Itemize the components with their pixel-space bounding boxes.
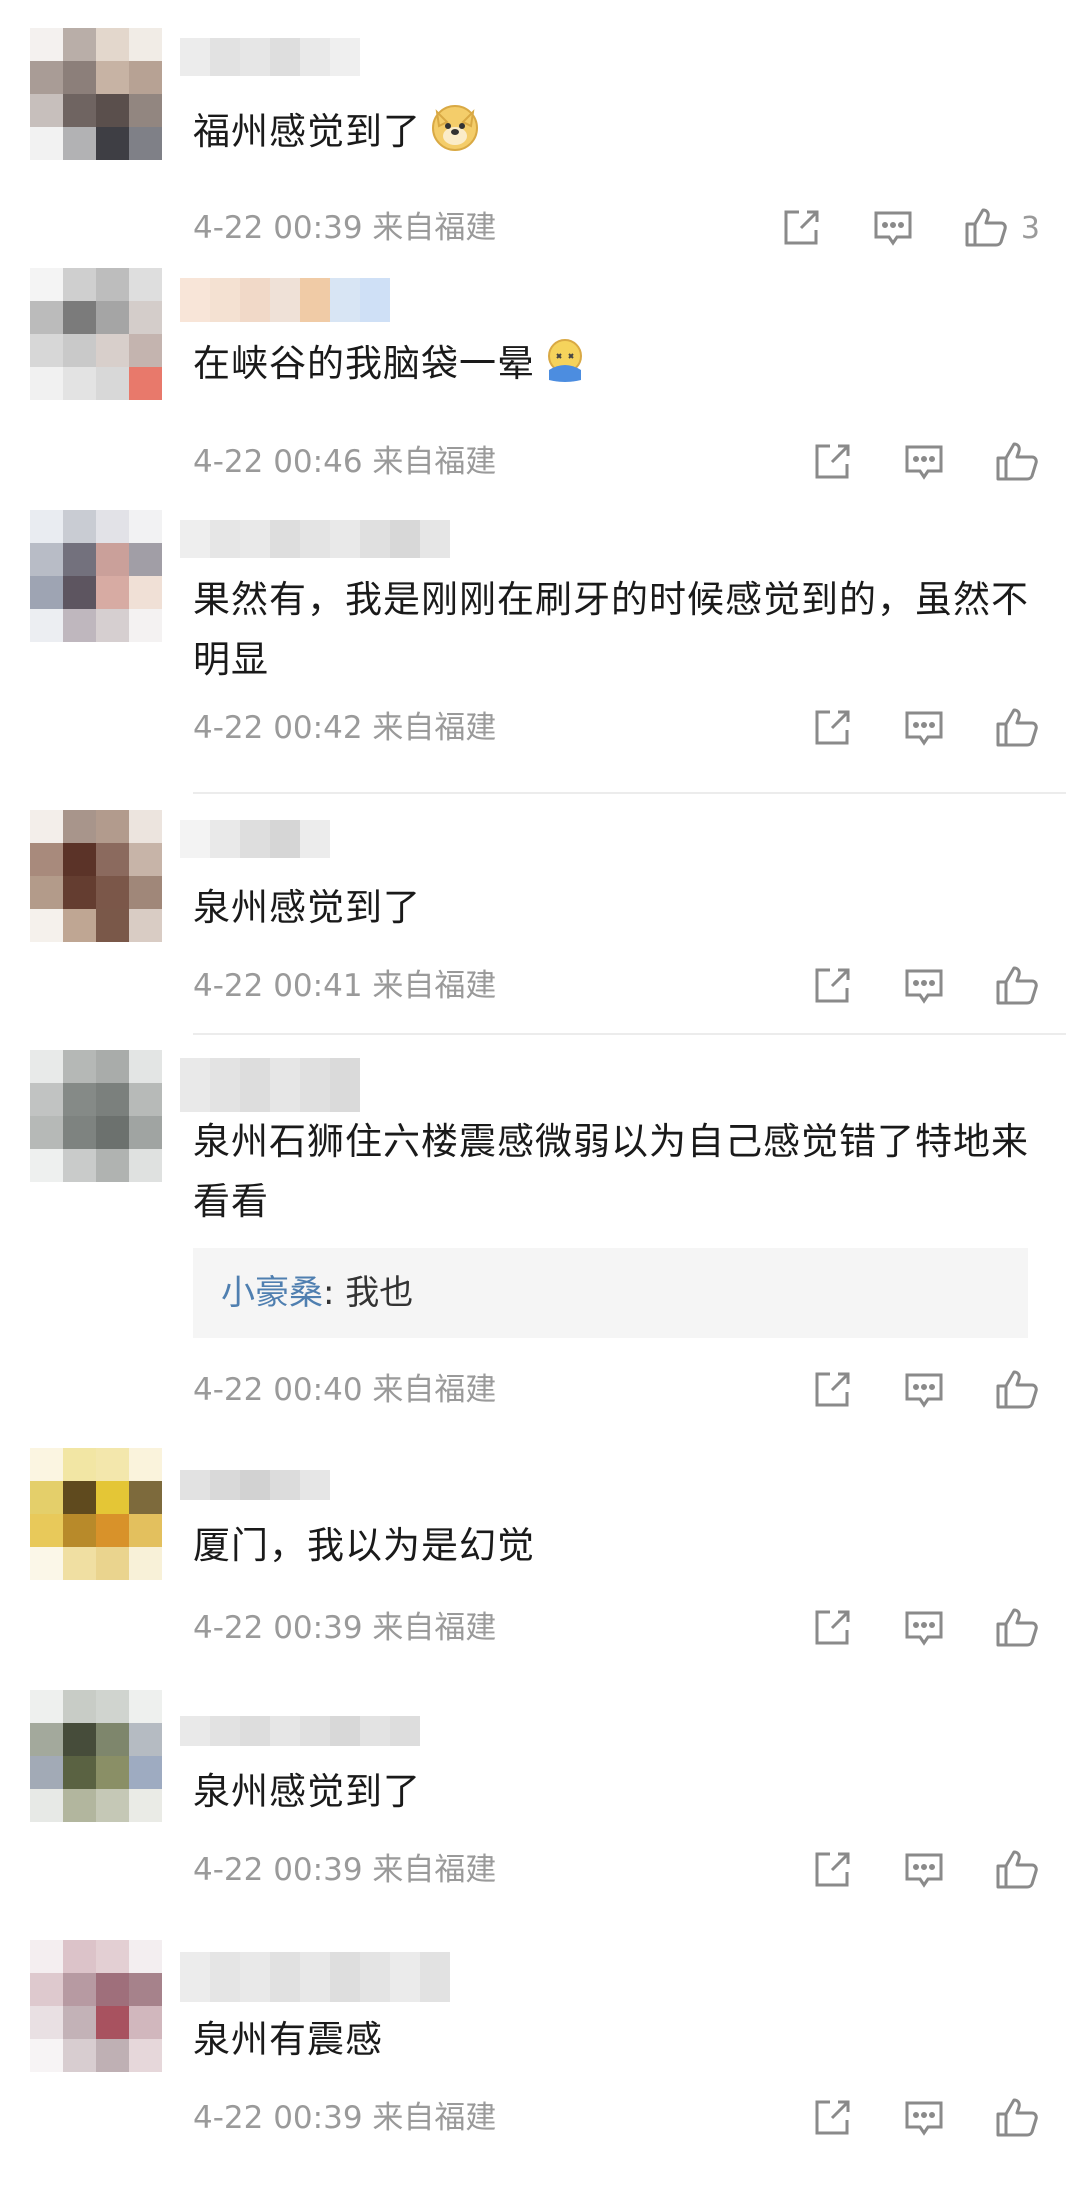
comment-text: 泉州有震感 bbox=[193, 2018, 383, 2061]
thumbs-up-icon bbox=[996, 1608, 1038, 1647]
username-blurred[interactable] bbox=[180, 1470, 330, 1500]
reply-text: : 我也 bbox=[323, 1273, 414, 1313]
share-button[interactable] bbox=[810, 1368, 854, 1412]
comment-meta: 4-22 00:39 来自福建 bbox=[193, 1852, 497, 1888]
divider bbox=[193, 792, 1066, 794]
comment-text: 厦门，我以为是幻觉 bbox=[193, 1524, 535, 1567]
avatar[interactable] bbox=[30, 268, 162, 400]
username-blurred[interactable] bbox=[180, 820, 330, 858]
comment-meta: 4-22 00:42 来自福建 bbox=[193, 710, 497, 746]
reply-box[interactable]: 小豪桑: 我也 bbox=[193, 1248, 1028, 1338]
comment-button[interactable] bbox=[902, 2096, 946, 2140]
dizzy-emoji bbox=[543, 336, 587, 402]
like-button[interactable] bbox=[994, 1847, 1040, 1893]
like-button[interactable] bbox=[994, 963, 1040, 1009]
comment-button[interactable] bbox=[902, 1848, 946, 1892]
comment-actions: 3 bbox=[731, 204, 1040, 252]
comment-icon bbox=[874, 211, 912, 246]
thumbs-up-icon bbox=[996, 442, 1038, 481]
avatar[interactable] bbox=[30, 1050, 162, 1182]
share-icon bbox=[815, 1852, 850, 1887]
comment-meta: 4-22 00:39 来自福建 bbox=[193, 2100, 497, 2136]
username-blurred[interactable] bbox=[180, 1058, 360, 1112]
comment-actions bbox=[762, 1366, 1040, 1414]
comment-meta: 4-22 00:39 来自福建 bbox=[193, 1610, 497, 1646]
comment-text: 泉州石狮住六楼震感微弱以为自己感觉错了特地来看看 bbox=[193, 1120, 1029, 1223]
comment-text: 果然有，我是刚刚在刷牙的时候感觉到的，虽然不明显 bbox=[193, 578, 1029, 681]
like-button[interactable] bbox=[994, 439, 1040, 485]
comment-text: 泉州感觉到了 bbox=[193, 886, 421, 929]
username-blurred[interactable] bbox=[180, 1952, 450, 2002]
like-button[interactable]: 3 bbox=[963, 205, 1040, 251]
share-icon bbox=[815, 710, 850, 745]
comment-meta: 4-22 00:46 来自福建 bbox=[193, 444, 497, 480]
share-button[interactable] bbox=[810, 440, 854, 484]
thumbs-up-icon bbox=[965, 208, 1007, 247]
avatar[interactable] bbox=[30, 510, 162, 642]
like-button[interactable] bbox=[994, 1367, 1040, 1413]
comment-actions bbox=[762, 1604, 1040, 1652]
username-blurred[interactable] bbox=[180, 278, 390, 322]
comment-icon bbox=[905, 969, 943, 1004]
comment-icon bbox=[905, 1853, 943, 1888]
share-button[interactable] bbox=[810, 706, 854, 750]
comment-text: 福州感觉到了 bbox=[193, 100, 1043, 170]
thumbs-up-icon bbox=[996, 1850, 1038, 1889]
username-blurred[interactable] bbox=[180, 1716, 420, 1746]
comment-icon bbox=[905, 2101, 943, 2136]
comment-icon bbox=[905, 445, 943, 480]
share-button[interactable] bbox=[810, 1848, 854, 1892]
comment-meta: 4-22 00:41 来自福建 bbox=[193, 968, 497, 1004]
comment-text: 在峡谷的我脑袋一晕 bbox=[193, 334, 1043, 402]
comment-text: 泉州感觉到了 bbox=[193, 1770, 421, 1813]
comment-icon bbox=[905, 1373, 943, 1408]
comment-button[interactable] bbox=[902, 964, 946, 1008]
share-icon bbox=[815, 1610, 850, 1645]
comment-icon bbox=[905, 1611, 943, 1646]
comment-actions bbox=[762, 1846, 1040, 1894]
like-button[interactable] bbox=[994, 1605, 1040, 1651]
comment-button[interactable] bbox=[902, 440, 946, 484]
like-button[interactable] bbox=[994, 705, 1040, 751]
comment-meta: 4-22 00:40 来自福建 bbox=[193, 1372, 497, 1408]
share-button[interactable] bbox=[810, 2096, 854, 2140]
username-blurred[interactable] bbox=[180, 520, 450, 558]
comment-button[interactable] bbox=[871, 206, 915, 250]
comment-icon bbox=[905, 711, 943, 746]
comment-actions bbox=[762, 438, 1040, 486]
reply-username[interactable]: 小豪桑 bbox=[221, 1273, 323, 1313]
avatar[interactable] bbox=[30, 810, 162, 942]
comment-actions bbox=[762, 704, 1040, 752]
doge-emoji bbox=[429, 100, 481, 170]
avatar[interactable] bbox=[30, 1690, 162, 1822]
divider bbox=[193, 1033, 1066, 1035]
avatar[interactable] bbox=[30, 1940, 162, 2072]
share-button[interactable] bbox=[810, 964, 854, 1008]
share-icon bbox=[815, 444, 850, 479]
share-icon bbox=[815, 2100, 850, 2135]
comment-button[interactable] bbox=[902, 1368, 946, 1412]
thumbs-up-icon bbox=[996, 1370, 1038, 1409]
comment-button[interactable] bbox=[902, 1606, 946, 1650]
username-blurred[interactable] bbox=[180, 38, 360, 76]
comment-actions bbox=[762, 2094, 1040, 2142]
avatar[interactable] bbox=[30, 28, 162, 160]
avatar[interactable] bbox=[30, 1448, 162, 1580]
like-button[interactable] bbox=[994, 2095, 1040, 2141]
share-icon bbox=[815, 1372, 850, 1407]
comment-meta: 4-22 00:39 来自福建 bbox=[193, 210, 497, 246]
share-icon bbox=[815, 968, 850, 1003]
comment-actions bbox=[762, 962, 1040, 1010]
share-button[interactable] bbox=[810, 1606, 854, 1650]
share-button[interactable] bbox=[779, 206, 823, 250]
share-icon bbox=[784, 210, 819, 245]
comment-button[interactable] bbox=[902, 706, 946, 750]
thumbs-up-icon bbox=[996, 2098, 1038, 2137]
thumbs-up-icon bbox=[996, 708, 1038, 747]
thumbs-up-icon bbox=[996, 966, 1038, 1005]
like-count: 3 bbox=[1020, 210, 1040, 246]
